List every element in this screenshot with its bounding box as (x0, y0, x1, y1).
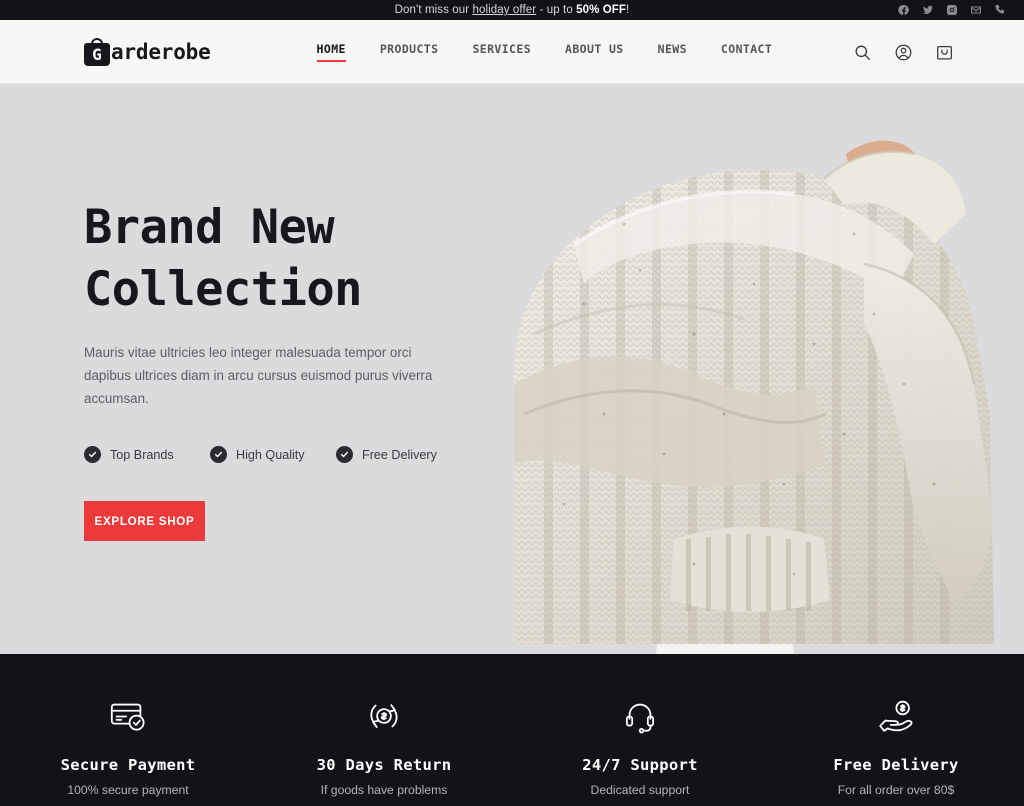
secure-card-icon (107, 696, 149, 736)
announcement-text: Don't miss our holiday offer - up to 50%… (0, 4, 1024, 16)
feature-subtitle: Dedicated support (590, 783, 690, 797)
feature-subtitle: If goods have problems (320, 783, 448, 797)
email-icon[interactable] (970, 4, 982, 16)
nav-item-home[interactable]: HOME (316, 42, 347, 62)
hero-feature-list: Top Brands High Quality Free Delivery (84, 446, 504, 464)
hero-feature-label: Top Brands (110, 447, 174, 462)
feature-subtitle: 100% secure payment (67, 783, 189, 797)
logo[interactable]: G arderobe (84, 37, 211, 66)
phone-icon[interactable] (994, 4, 1006, 16)
announcement-prefix: Don't miss our (394, 4, 473, 16)
feature-title: 30 Days Return (316, 756, 452, 774)
hero-feature-high-quality: High Quality (210, 446, 336, 464)
check-icon (84, 446, 101, 464)
hero-feature-label: High Quality (236, 447, 305, 462)
instagram-icon[interactable] (946, 4, 958, 16)
facebook-icon[interactable] (898, 4, 910, 16)
nav-item-services[interactable]: SERVICES (472, 42, 531, 62)
nav-item-contact[interactable]: CONTACT (721, 42, 772, 62)
feature-title: Secure Payment (60, 756, 196, 774)
return-cycle-icon (363, 696, 405, 736)
logo-text: arderobe (111, 39, 211, 64)
social-links (898, 0, 1006, 20)
page-root: Don't miss our holiday offer - up to 50%… (0, 0, 1024, 806)
hero-section: Brand New Collection Mauris vitae ultric… (0, 84, 1024, 654)
hero-feature-free-delivery: Free Delivery (336, 446, 462, 464)
hero-copy: Brand New Collection Mauris vitae ultric… (84, 84, 504, 654)
nav-item-news[interactable]: NEWS (658, 42, 687, 62)
check-icon (210, 446, 227, 464)
hero-subtitle: Mauris vitae ultricies leo integer males… (84, 344, 433, 407)
explore-shop-button[interactable]: EXPLORE SHOP (84, 501, 205, 542)
hero-title: Brand New Collection (84, 199, 362, 317)
account-icon[interactable] (894, 43, 913, 62)
feature-subtitle: For all order over 80$ (837, 783, 955, 797)
nav-item-about-us[interactable]: ABOUT US (565, 42, 624, 62)
discount-text: 50% OFF (576, 4, 627, 16)
cart-icon[interactable] (935, 43, 954, 62)
logo-mark: G (92, 44, 102, 64)
feature-30-days-return: 30 Days Return If goods have problems (256, 654, 512, 797)
feature-24-7-support: 24/7 Support Dedicated support (512, 654, 768, 797)
feature-bar: Secure Payment 100% secure payment 30 Da… (0, 654, 1024, 806)
feature-title: Free Delivery (833, 756, 959, 774)
hero-feature-label: Free Delivery (362, 447, 437, 462)
main-navigation: HOME PRODUCTS SERVICES ABOUT US NEWS CON… (316, 42, 773, 62)
announcement-suffix: ! (626, 4, 630, 16)
announcement-middle: - up to (536, 4, 577, 16)
hand-coin-icon (875, 696, 917, 736)
shopping-bag-icon: G (84, 37, 110, 66)
nav-item-products[interactable]: PRODUCTS (380, 42, 439, 62)
search-icon[interactable] (853, 43, 872, 62)
check-icon (336, 446, 353, 464)
holiday-offer-link[interactable]: holiday offer (472, 4, 536, 16)
header-actions (853, 20, 954, 84)
site-header: G arderobe HOME PRODUCTS SERVICES ABOUT … (0, 20, 1024, 84)
feature-secure-payment: Secure Payment 100% secure payment (0, 654, 256, 797)
twitter-icon[interactable] (922, 4, 934, 16)
feature-title: 24/7 Support (582, 756, 698, 774)
feature-free-delivery: Free Delivery For all order over 80$ (768, 654, 1024, 797)
hero-feature-top-brands: Top Brands (84, 446, 210, 464)
announcement-bar: Don't miss our holiday offer - up to 50%… (0, 0, 1024, 20)
headset-icon (619, 696, 661, 736)
